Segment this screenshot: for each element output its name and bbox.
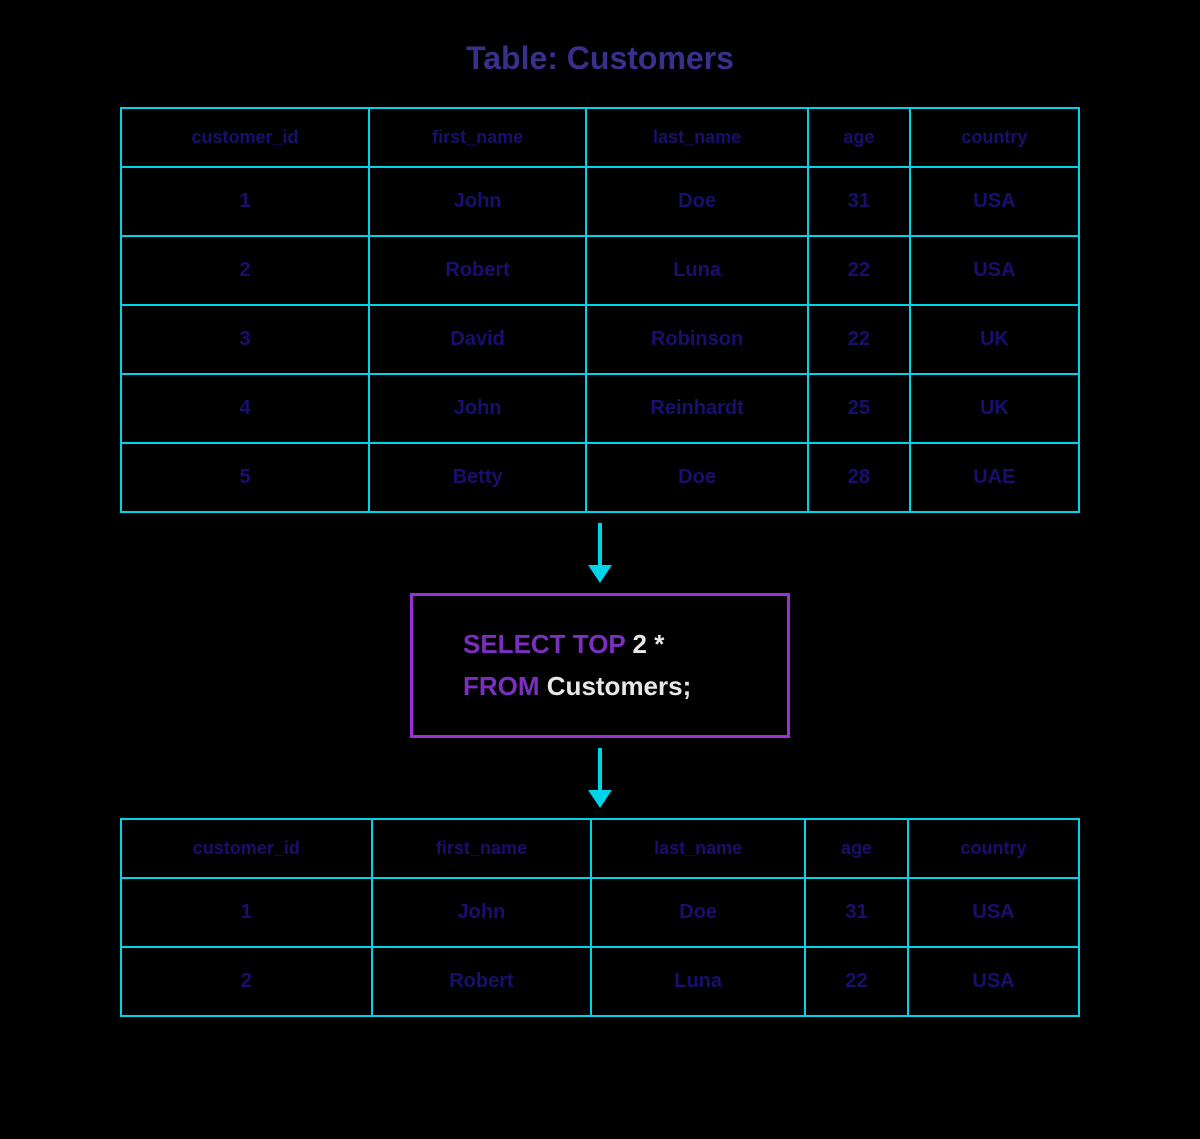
table-cell: USA: [908, 878, 1079, 947]
arrow-head-2: [588, 790, 612, 808]
table-row: 1JohnDoe31USA: [121, 167, 1079, 236]
table-cell: USA: [910, 236, 1079, 305]
sql-keyword-from: FROM: [463, 671, 540, 701]
sql-keyword-select-top: SELECT TOP: [463, 629, 625, 659]
table-cell: 3: [121, 305, 369, 374]
table-cell: Robert: [372, 947, 592, 1016]
table-cell: UAE: [910, 443, 1079, 512]
table-cell: 22: [808, 305, 910, 374]
table-cell: USA: [908, 947, 1079, 1016]
table-cell: Doe: [586, 443, 808, 512]
table-row: 2RobertLuna22USA: [121, 236, 1079, 305]
table-cell: 22: [808, 236, 910, 305]
table-cell: 1: [121, 167, 369, 236]
table-cell: 28: [808, 443, 910, 512]
col-header-first-name: first_name: [369, 108, 586, 167]
table-cell: Luna: [586, 236, 808, 305]
table-cell: 22: [805, 947, 908, 1016]
sql-line-2: FROM Customers;: [463, 666, 737, 708]
arrow-line-1: [598, 523, 602, 565]
bottom-col-header-country: country: [908, 819, 1079, 878]
arrow-line-2: [598, 748, 602, 790]
top-table: customer_id first_name last_name age cou…: [120, 107, 1080, 513]
arrow-down-1: [588, 523, 612, 583]
sql-text-line2: Customers;: [547, 671, 691, 701]
arrow-down-2: [588, 748, 612, 808]
bottom-col-header-first-name: first_name: [372, 819, 592, 878]
table-cell: John: [369, 167, 586, 236]
table-cell: UK: [910, 374, 1079, 443]
col-header-last-name: last_name: [586, 108, 808, 167]
table-cell: UK: [910, 305, 1079, 374]
bottom-table-body: 1JohnDoe31USA2RobertLuna22USA: [121, 878, 1079, 1016]
bottom-col-header-last-name: last_name: [591, 819, 805, 878]
col-header-country: country: [910, 108, 1079, 167]
table-cell: 2: [121, 236, 369, 305]
table-cell: Robinson: [586, 305, 808, 374]
top-table-header-row: customer_id first_name last_name age cou…: [121, 108, 1079, 167]
arrow-head-1: [588, 565, 612, 583]
table-cell: 25: [808, 374, 910, 443]
table-cell: John: [369, 374, 586, 443]
table-cell: Reinhardt: [586, 374, 808, 443]
sql-text-line1: 2 *: [633, 629, 665, 659]
table-cell: 31: [805, 878, 908, 947]
table-cell: 4: [121, 374, 369, 443]
bottom-table-header-row: customer_id first_name last_name age cou…: [121, 819, 1079, 878]
table-cell: David: [369, 305, 586, 374]
top-table-body: 1JohnDoe31USA2RobertLuna22USA3DavidRobin…: [121, 167, 1079, 512]
table-cell: 2: [121, 947, 372, 1016]
table-cell: Robert: [369, 236, 586, 305]
bottom-table: customer_id first_name last_name age cou…: [120, 818, 1080, 1017]
table-cell: 1: [121, 878, 372, 947]
table-cell: Betty: [369, 443, 586, 512]
table-row: 3DavidRobinson22UK: [121, 305, 1079, 374]
sql-query-box: SELECT TOP 2 * FROM Customers;: [410, 593, 790, 738]
table-row: 2RobertLuna22USA: [121, 947, 1079, 1016]
table-cell: USA: [910, 167, 1079, 236]
col-header-age: age: [808, 108, 910, 167]
table-cell: Luna: [591, 947, 805, 1016]
bottom-col-header-age: age: [805, 819, 908, 878]
bottom-col-header-customer-id: customer_id: [121, 819, 372, 878]
table-cell: 5: [121, 443, 369, 512]
table-cell: Doe: [591, 878, 805, 947]
table-row: 1JohnDoe31USA: [121, 878, 1079, 947]
sql-line-1: SELECT TOP 2 *: [463, 624, 737, 666]
page-container: Table: Customers customer_id first_name …: [50, 40, 1150, 1017]
table-row: 4JohnReinhardt25UK: [121, 374, 1079, 443]
table-cell: John: [372, 878, 592, 947]
col-header-customer-id: customer_id: [121, 108, 369, 167]
page-title: Table: Customers: [466, 40, 734, 77]
table-cell: Doe: [586, 167, 808, 236]
table-row: 5BettyDoe28UAE: [121, 443, 1079, 512]
table-cell: 31: [808, 167, 910, 236]
